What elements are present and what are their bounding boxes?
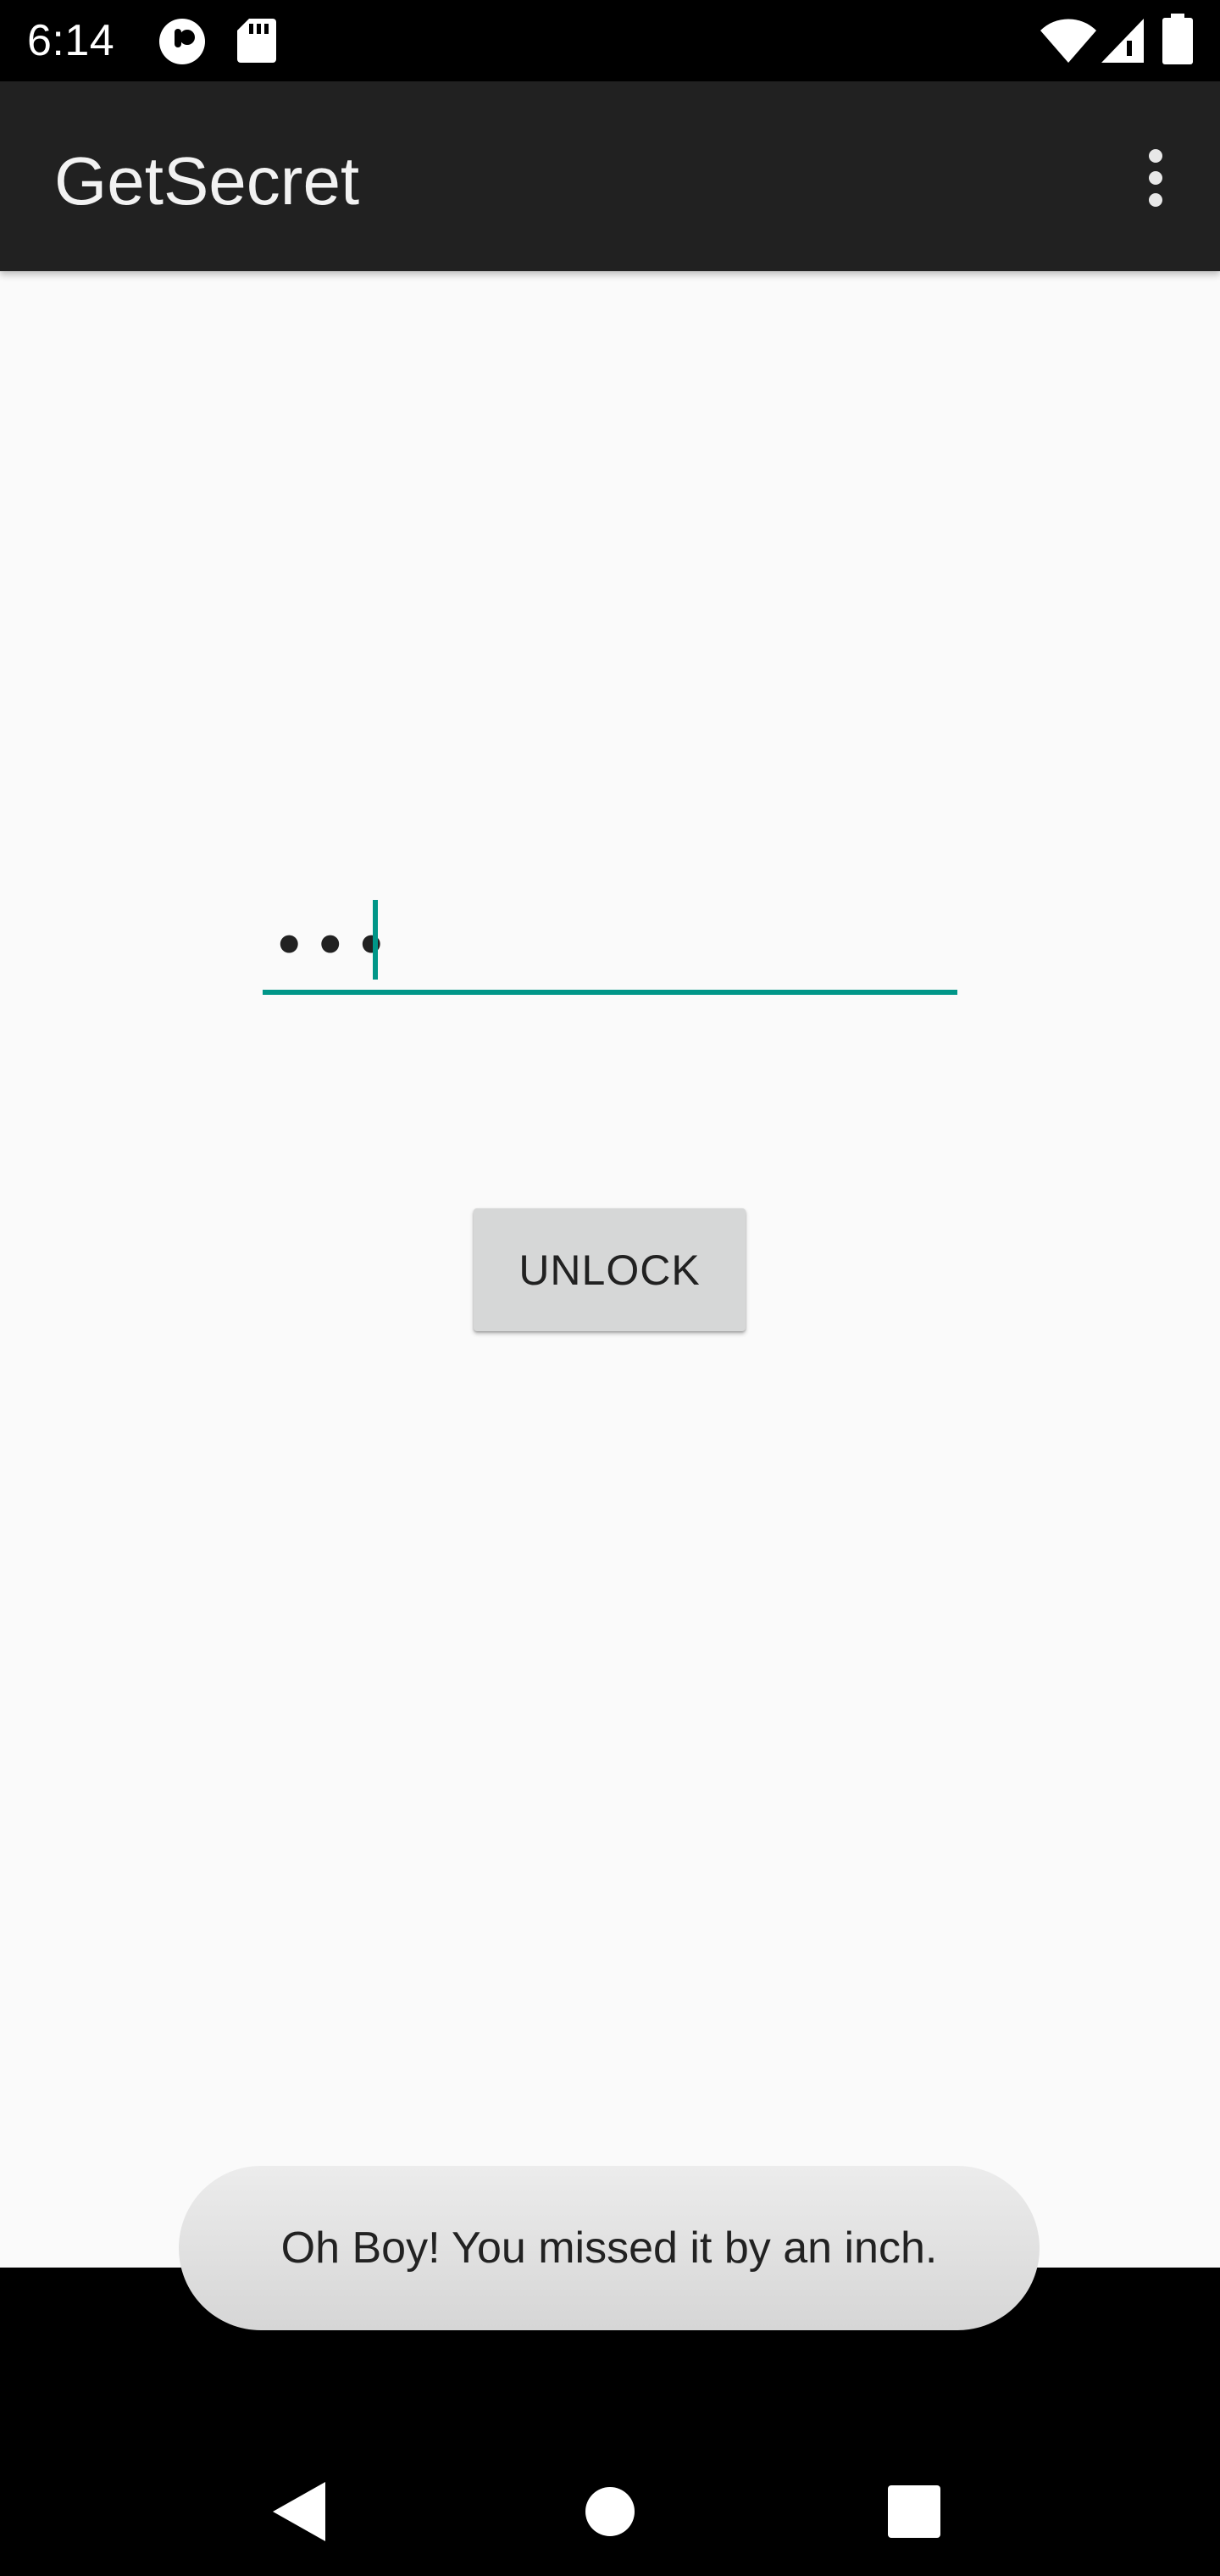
- battery-icon: [1162, 14, 1193, 64]
- app-bar: GetSecret: [0, 81, 1220, 271]
- sd-card-icon: [237, 19, 276, 63]
- password-field[interactable]: •••: [263, 898, 957, 995]
- app-screen: 6:14 GetSecret ••• UNLOCK Oh Boy! You mi…: [0, 0, 1220, 2576]
- wifi-icon: [1040, 19, 1096, 63]
- menu-dot: [1149, 193, 1162, 207]
- more-vert-icon[interactable]: [1115, 137, 1196, 219]
- toast-message: Oh Boy! You missed it by an inch.: [179, 2166, 1040, 2330]
- notification-app-icon: [159, 19, 205, 64]
- main-content: ••• UNLOCK: [0, 271, 1220, 2268]
- signal-icon: [1101, 19, 1144, 63]
- home-icon: [585, 2487, 635, 2536]
- text-cursor: [373, 900, 378, 980]
- menu-dot: [1149, 149, 1162, 163]
- back-icon: [273, 2482, 325, 2541]
- status-bar: 6:14: [0, 0, 1220, 81]
- back-button[interactable]: [249, 2461, 351, 2562]
- menu-dot: [1149, 171, 1162, 185]
- home-button[interactable]: [559, 2461, 661, 2562]
- field-underline: [263, 990, 957, 995]
- recents-icon: [888, 2485, 940, 2538]
- unlock-button[interactable]: UNLOCK: [474, 1208, 746, 1331]
- recents-button[interactable]: [863, 2461, 965, 2562]
- status-time: 6:14: [27, 16, 115, 65]
- app-title: GetSecret: [54, 143, 360, 219]
